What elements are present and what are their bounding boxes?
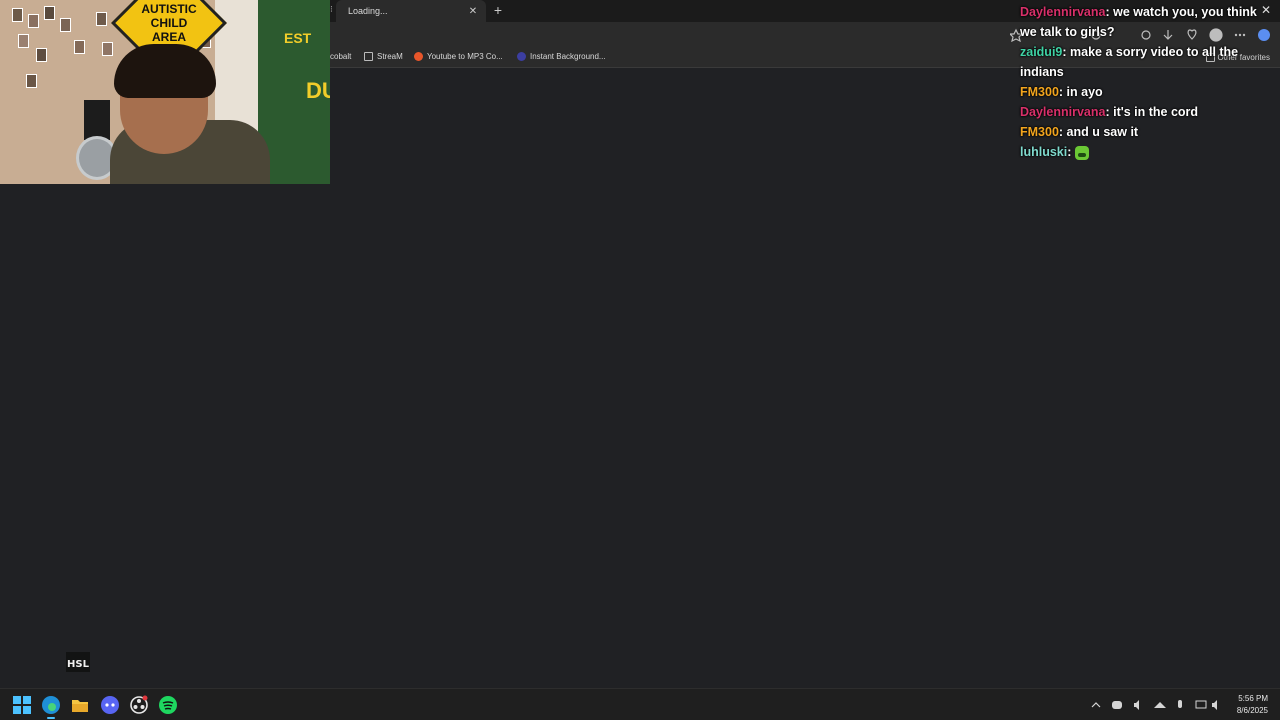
- wall-photo: [12, 8, 23, 22]
- microphone-icon[interactable]: [1178, 700, 1182, 708]
- site-favicon-icon: [517, 52, 526, 61]
- chat-username: FM300: [1020, 85, 1059, 99]
- chat-text: in ayo: [1066, 85, 1103, 99]
- wall-photo: [44, 6, 55, 20]
- volume-icon[interactable]: [1212, 700, 1217, 710]
- stream-logo-watermark: HSL: [66, 652, 90, 672]
- chat-message: FM300: in ayo: [1020, 85, 1103, 99]
- windows-taskbar: 5:56 PM 8/6/2025: [0, 688, 1280, 720]
- chat-username: zaidui9: [1020, 45, 1063, 59]
- active-app-indicator: [47, 717, 55, 719]
- system-tray: [1091, 700, 1217, 710]
- edge-icon[interactable]: [41, 695, 61, 715]
- chat-emote-icon: [1074, 145, 1089, 160]
- webcam-overlay: EST DUC AUTISTIC CHILD AREA: [0, 0, 330, 184]
- tray-discord-icon[interactable]: [1112, 701, 1122, 709]
- sign-text: AUTISTIC CHILD AREA: [141, 2, 197, 44]
- bookmark-youtube-mp3[interactable]: Youtube to MP3 Co...: [414, 52, 503, 61]
- clock-time: 5:56 PM: [1238, 694, 1268, 703]
- wall-photo: [74, 40, 85, 54]
- chat-message: Daylennirvana: it's in the cord: [1020, 105, 1199, 119]
- bookmark-instant-background[interactable]: Instant Background...: [517, 52, 606, 61]
- network-icon[interactable]: [1195, 700, 1207, 709]
- tray-overflow-icon[interactable]: [1091, 702, 1101, 708]
- streamer-hair: [114, 44, 216, 98]
- wall-photo: [36, 48, 47, 62]
- chat-username: Daylennirvana: [1020, 105, 1106, 119]
- stream-chat-overlay: Daylennirvana: we watch you, you think w…: [1020, 2, 1275, 162]
- wall-photo: [96, 12, 107, 26]
- tray-steam-icon[interactable]: [1154, 702, 1166, 708]
- keyboard-stand: [84, 100, 110, 140]
- spotify-icon[interactable]: [158, 695, 178, 715]
- blanket-text: EST: [284, 30, 312, 46]
- chat-username: luhluski: [1020, 145, 1068, 159]
- browser-tab[interactable]: Loading... ✕: [336, 0, 486, 22]
- watermark-text: HSL: [67, 659, 90, 670]
- chat-username: Daylennirvana: [1020, 5, 1106, 19]
- chat-text: and u saw it: [1066, 125, 1139, 139]
- site-favicon-icon: [414, 52, 423, 61]
- bookmark-cobalt[interactable]: cobalt: [330, 52, 351, 61]
- discord-icon[interactable]: [100, 695, 120, 715]
- wall-photo: [102, 42, 113, 56]
- screen: ⁝ Loading... ✕ + cobalt StreaM Youtube t…: [0, 0, 1280, 720]
- wall-photo: [26, 74, 37, 88]
- start-icon[interactable]: [12, 695, 32, 715]
- bookmark-stream[interactable]: StreaM: [364, 52, 403, 61]
- chat-username: FM300: [1020, 125, 1059, 139]
- chat-text: it's in the cord: [1113, 105, 1199, 119]
- new-tab-button[interactable]: +: [490, 1, 506, 19]
- chat-message: zaidui9: make a sorry video to all the i…: [1020, 45, 1239, 79]
- wall-photo: [60, 18, 71, 32]
- file-explorer-icon[interactable]: [70, 695, 90, 715]
- wall-photo: [28, 14, 39, 28]
- wall-photo: [18, 34, 29, 48]
- clock-date: 8/6/2025: [1236, 706, 1268, 715]
- obs-icon[interactable]: [129, 695, 149, 715]
- tray-audio-icon[interactable]: [1134, 700, 1139, 710]
- tab-menu-icon[interactable]: ⁝: [330, 4, 333, 15]
- chat-message: FM300: and u saw it: [1020, 125, 1139, 139]
- blanket-text: DUC: [306, 78, 330, 103]
- taskbar-clock[interactable]: 5:56 PM 8/6/2025: [1237, 693, 1268, 717]
- chat-message: Daylennirvana: we watch you, you think w…: [1020, 5, 1257, 39]
- tab-title: Loading...: [348, 6, 388, 16]
- tab-close-icon[interactable]: ✕: [466, 6, 480, 17]
- chat-message: luhluski:: [1020, 142, 1275, 162]
- folder-icon: [364, 52, 373, 61]
